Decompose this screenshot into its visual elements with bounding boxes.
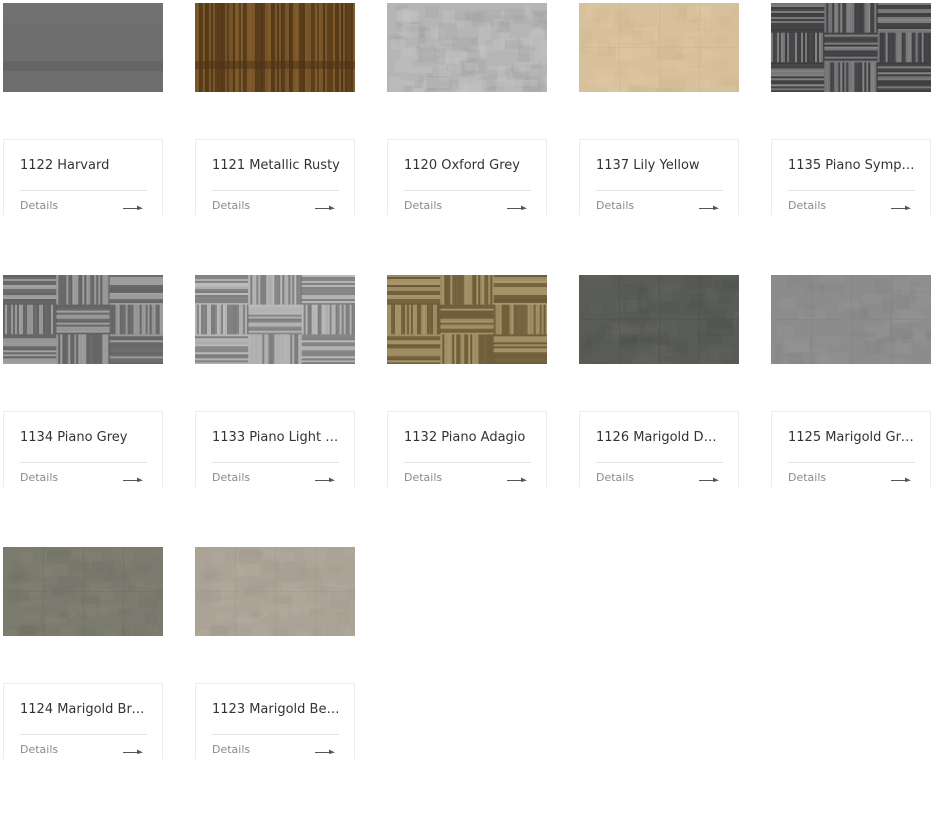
divider (404, 190, 531, 191)
product-card-7[interactable]: 1133 Piano Light Grey Details (195, 275, 355, 547)
product-name[interactable]: 1123 Marigold Beige (212, 701, 340, 719)
product-name[interactable]: 1124 Marigold Brown (20, 701, 148, 719)
arrow-right-icon[interactable] (123, 204, 144, 212)
product-name[interactable]: 1137 Lily Yellow (596, 157, 724, 175)
product-swatch-image[interactable] (387, 275, 547, 364)
divider (212, 734, 339, 735)
divider (596, 462, 723, 463)
details-link[interactable]: Details (20, 199, 58, 213)
divider (212, 462, 339, 463)
product-card-5[interactable]: 1135 Piano Symphony Details (771, 3, 931, 275)
arrow-right-icon[interactable] (699, 476, 720, 484)
arrow-right-icon[interactable] (315, 476, 336, 484)
details-link[interactable]: Details (20, 471, 58, 485)
product-info-box[interactable]: 1134 Piano Grey Details (3, 411, 163, 487)
product-name[interactable]: 1126 Marigold Dark Grey (596, 429, 724, 447)
product-swatch-image[interactable] (771, 3, 931, 92)
swatch-texture (771, 275, 931, 364)
arrow-right-icon[interactable] (315, 204, 336, 212)
product-card-10[interactable]: 1125 Marigold Grey Details (771, 275, 931, 547)
product-card-11[interactable]: 1124 Marigold Brown Details (3, 547, 163, 819)
product-name[interactable]: 1120 Oxford Grey (404, 157, 532, 175)
arrow-right-icon[interactable] (891, 476, 912, 484)
arrow-right-icon[interactable] (699, 204, 720, 212)
swatch-texture (195, 275, 355, 364)
swatch-texture (387, 3, 547, 92)
arrow-right-icon[interactable] (507, 476, 528, 484)
product-name[interactable]: 1132 Piano Adagio (404, 429, 532, 447)
product-info-box[interactable]: 1135 Piano Symphony Details (771, 139, 931, 215)
product-info-box[interactable]: 1133 Piano Light Grey Details (195, 411, 355, 487)
product-info-box[interactable]: 1125 Marigold Grey Details (771, 411, 931, 487)
details-link[interactable]: Details (404, 471, 442, 485)
product-info-box[interactable]: 1124 Marigold Brown Details (3, 683, 163, 759)
product-card-8[interactable]: 1132 Piano Adagio Details (387, 275, 547, 547)
product-info-box[interactable]: 1122 Harvard Details (3, 139, 163, 215)
product-swatch-image[interactable] (3, 3, 163, 92)
divider (596, 190, 723, 191)
product-card-9[interactable]: 1126 Marigold Dark Grey Details (579, 275, 739, 547)
divider (212, 190, 339, 191)
divider (404, 462, 531, 463)
divider (788, 462, 915, 463)
details-link[interactable]: Details (212, 199, 250, 213)
product-swatch-image[interactable] (3, 547, 163, 636)
swatch-texture (3, 275, 163, 364)
product-card-1[interactable]: 1122 Harvard Details (3, 3, 163, 275)
product-name[interactable]: 1121 Metallic Rusty (212, 157, 340, 175)
product-name[interactable]: 1122 Harvard (20, 157, 148, 175)
product-swatch-image[interactable] (771, 275, 931, 364)
details-link[interactable]: Details (788, 471, 826, 485)
product-swatch-image[interactable] (195, 547, 355, 636)
product-card-3[interactable]: 1120 Oxford Grey Details (387, 3, 547, 275)
swatch-texture (579, 275, 739, 364)
product-swatch-image[interactable] (579, 275, 739, 364)
divider (20, 190, 147, 191)
swatch-texture (3, 547, 163, 636)
product-swatch-image[interactable] (579, 3, 739, 92)
arrow-right-icon[interactable] (123, 476, 144, 484)
divider (788, 190, 915, 191)
swatch-texture (771, 3, 931, 92)
product-info-box[interactable]: 1137 Lily Yellow Details (579, 139, 739, 215)
details-link[interactable]: Details (596, 471, 634, 485)
swatch-texture (195, 547, 355, 636)
product-card-6[interactable]: 1134 Piano Grey Details (3, 275, 163, 547)
swatch-texture (195, 3, 355, 92)
product-name[interactable]: 1133 Piano Light Grey (212, 429, 340, 447)
details-link[interactable]: Details (404, 199, 442, 213)
product-swatch-image[interactable] (387, 3, 547, 92)
product-swatch-image[interactable] (3, 275, 163, 364)
arrow-right-icon[interactable] (123, 748, 144, 756)
details-link[interactable]: Details (788, 199, 826, 213)
product-info-box[interactable]: 1120 Oxford Grey Details (387, 139, 547, 215)
product-name[interactable]: 1125 Marigold Grey (788, 429, 916, 447)
product-card-4[interactable]: 1137 Lily Yellow Details (579, 3, 739, 275)
arrow-right-icon[interactable] (507, 204, 528, 212)
product-info-box[interactable]: 1121 Metallic Rusty Details (195, 139, 355, 215)
arrow-right-icon[interactable] (891, 204, 912, 212)
product-name[interactable]: 1135 Piano Symphony (788, 157, 916, 175)
divider (20, 734, 147, 735)
swatch-texture (387, 275, 547, 364)
product-swatch-image[interactable] (195, 3, 355, 92)
details-link[interactable]: Details (20, 743, 58, 757)
product-swatch-image[interactable] (195, 275, 355, 364)
details-link[interactable]: Details (212, 743, 250, 757)
product-name[interactable]: 1134 Piano Grey (20, 429, 148, 447)
product-card-2[interactable]: 1121 Metallic Rusty Details (195, 3, 355, 275)
product-info-box[interactable]: 1132 Piano Adagio Details (387, 411, 547, 487)
product-info-box[interactable]: 1123 Marigold Beige Details (195, 683, 355, 759)
swatch-texture (3, 3, 163, 92)
product-info-box[interactable]: 1126 Marigold Dark Grey Details (579, 411, 739, 487)
details-link[interactable]: Details (596, 199, 634, 213)
divider (20, 462, 147, 463)
product-card-12[interactable]: 1123 Marigold Beige Details (195, 547, 355, 819)
arrow-right-icon[interactable] (315, 748, 336, 756)
details-link[interactable]: Details (212, 471, 250, 485)
swatch-texture (579, 3, 739, 92)
